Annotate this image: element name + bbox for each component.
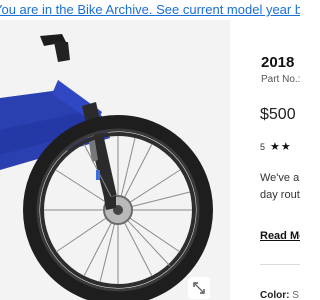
rating-count: 5 (260, 141, 266, 152)
divider (260, 264, 300, 265)
color-label: Color: (260, 290, 290, 300)
archive-banner-link[interactable]: You are in the Bike Archive. See current… (0, 2, 300, 18)
bike-photo (0, 34, 213, 300)
product-image-panel (0, 20, 230, 300)
description-line: We've a (260, 172, 300, 184)
description-line: day rout (260, 189, 300, 201)
color-value: S (292, 290, 299, 300)
part-number-label: Part No.: (261, 74, 300, 85)
rating-row[interactable]: 5 ★★ (260, 140, 292, 153)
product-details: 2018 Part No.: $500 5 ★★ We've a day rou… (255, 20, 300, 300)
product-description: We've a day rout (260, 170, 300, 204)
archive-banner: You are in the Bike Archive. See current… (0, 0, 300, 20)
expand-icon (193, 282, 205, 294)
product-price: $500 (260, 106, 296, 123)
read-more-link[interactable]: Read Mo (260, 230, 300, 242)
zoom-button[interactable] (188, 277, 210, 299)
color-selector[interactable]: Color: S (260, 290, 299, 300)
star-rating-icon: ★★ (270, 141, 292, 153)
product-title: 2018 (261, 54, 295, 71)
